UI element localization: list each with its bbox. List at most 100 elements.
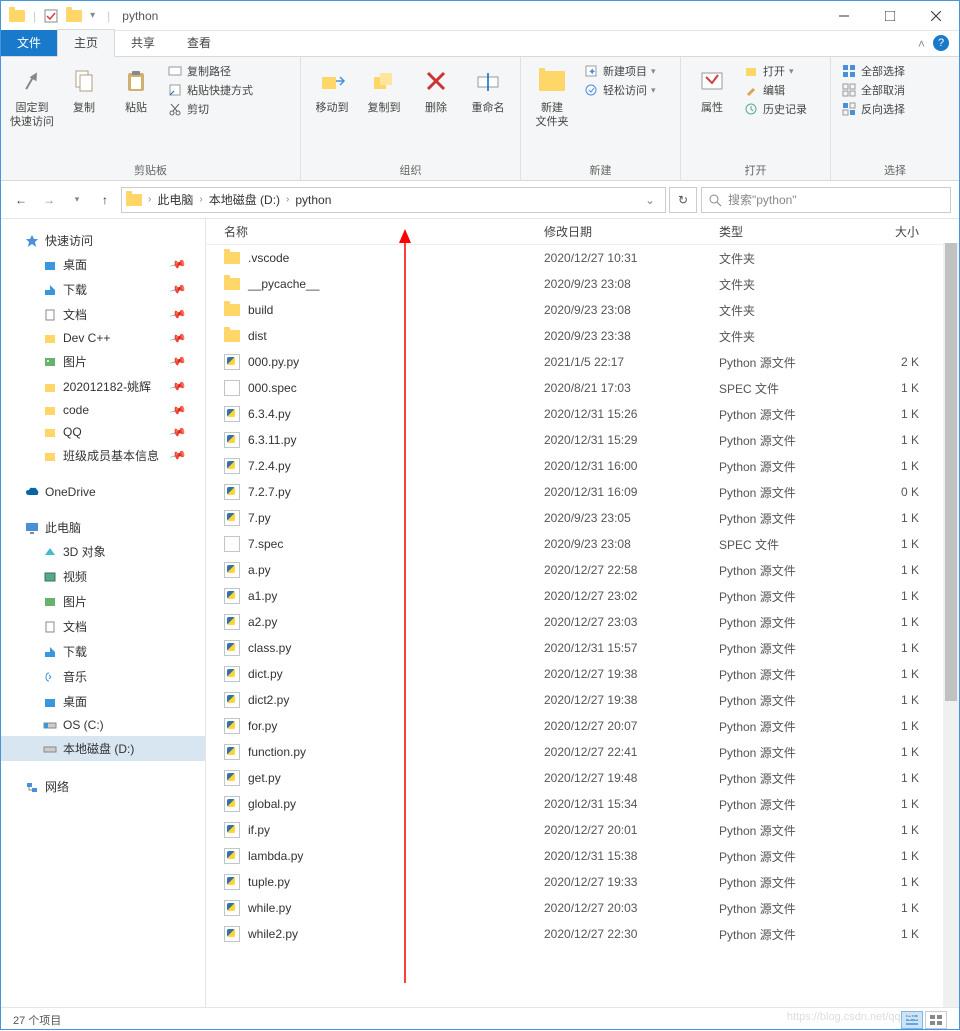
easy-access-button[interactable]: 轻松访问▾ [583, 82, 656, 98]
new-item-button[interactable]: ✦新建项目▾ [583, 63, 656, 79]
view-details-button[interactable] [901, 1011, 923, 1029]
breadcrumb[interactable]: › 此电脑 › 本地磁盘 (D:) › python ⌄ [121, 187, 666, 213]
file-row[interactable]: .vscode2020/12/27 10:31文件夹 [206, 245, 959, 271]
chevron-right-icon[interactable]: › [199, 194, 202, 205]
file-row[interactable]: build2020/9/23 23:08文件夹 [206, 297, 959, 323]
tab-view[interactable]: 查看 [171, 30, 227, 56]
nav-item[interactable]: 202012182-姚辉📌 [1, 374, 205, 399]
move-to-button[interactable]: 移动到 [307, 61, 357, 119]
nav-item[interactable]: code📌 [1, 399, 205, 421]
checkbox-checked-icon[interactable] [44, 9, 58, 23]
scrollbar-vertical[interactable] [943, 243, 959, 1007]
rename-button[interactable]: 重命名 [463, 61, 513, 119]
file-row[interactable]: a1.py2020/12/27 23:02Python 源文件1 K [206, 583, 959, 609]
file-row[interactable]: function.py2020/12/27 22:41Python 源文件1 K [206, 739, 959, 765]
file-row[interactable]: a.py2020/12/27 22:58Python 源文件1 K [206, 557, 959, 583]
nav-quick-access[interactable]: 快速访问 [1, 229, 205, 252]
col-date[interactable]: 修改日期 [544, 223, 719, 240]
qat-folder-icon[interactable] [66, 10, 82, 22]
col-type[interactable]: 类型 [719, 223, 859, 240]
file-row[interactable]: while.py2020/12/27 20:03Python 源文件1 K [206, 895, 959, 921]
file-row[interactable]: tuple.py2020/12/27 19:33Python 源文件1 K [206, 869, 959, 895]
forward-button[interactable]: → [37, 188, 61, 212]
pin-quick-access-button[interactable]: 固定到 快速访问 [7, 61, 57, 134]
open-button[interactable]: 打开▾ [743, 63, 807, 79]
tab-home[interactable]: 主页 [57, 29, 115, 57]
up-button[interactable]: ↑ [93, 188, 117, 212]
file-row[interactable]: 7.py2020/9/23 23:05Python 源文件1 K [206, 505, 959, 531]
breadcrumb-folder[interactable]: python [291, 193, 335, 207]
file-row[interactable]: dict2.py2020/12/27 19:38Python 源文件1 K [206, 687, 959, 713]
paste-button[interactable]: 粘贴 [111, 61, 161, 119]
close-button[interactable] [913, 1, 959, 31]
nav-item[interactable]: 文档📌 [1, 302, 205, 327]
cut-button[interactable]: 剪切 [167, 101, 253, 117]
file-row[interactable]: class.py2020/12/31 15:57Python 源文件1 K [206, 635, 959, 661]
maximize-button[interactable] [867, 1, 913, 31]
new-folder-button[interactable]: 新建 文件夹 [527, 61, 577, 134]
nav-item[interactable]: 下载 [1, 639, 205, 664]
refresh-button[interactable]: ↻ [669, 187, 697, 213]
column-headers[interactable]: 名称 修改日期 类型 大小 [206, 219, 959, 245]
file-row[interactable]: 000.py.py2021/1/5 22:17Python 源文件2 K [206, 349, 959, 375]
nav-item[interactable]: 图片📌 [1, 349, 205, 374]
file-row[interactable]: __pycache__2020/9/23 23:08文件夹 [206, 271, 959, 297]
copy-path-button[interactable]: 复制路径 [167, 63, 253, 79]
file-row[interactable]: global.py2020/12/31 15:34Python 源文件1 K [206, 791, 959, 817]
file-row[interactable]: 6.3.4.py2020/12/31 15:26Python 源文件1 K [206, 401, 959, 427]
collapse-ribbon-icon[interactable]: ˄ [918, 37, 925, 51]
file-row[interactable]: 6.3.11.py2020/12/31 15:29Python 源文件1 K [206, 427, 959, 453]
back-button[interactable]: ← [9, 188, 33, 212]
select-none-button[interactable]: 全部取消 [841, 82, 905, 98]
breadcrumb-drive[interactable]: 本地磁盘 (D:) [205, 191, 284, 208]
select-all-button[interactable]: 全部选择 [841, 63, 905, 79]
file-row[interactable]: dist2020/9/23 23:38文件夹 [206, 323, 959, 349]
col-size[interactable]: 大小 [859, 223, 919, 240]
chevron-right-icon[interactable]: › [148, 194, 151, 205]
file-row[interactable]: for.py2020/12/27 20:07Python 源文件1 K [206, 713, 959, 739]
tab-share[interactable]: 共享 [115, 30, 171, 56]
col-name[interactable]: 名称 [224, 223, 544, 240]
file-row[interactable]: dict.py2020/12/27 19:38Python 源文件1 K [206, 661, 959, 687]
delete-button[interactable]: 删除 [411, 61, 461, 119]
file-row[interactable]: 7.2.4.py2020/12/31 16:00Python 源文件1 K [206, 453, 959, 479]
nav-item[interactable]: 视频 [1, 564, 205, 589]
nav-item[interactable]: 文档 [1, 614, 205, 639]
file-list[interactable]: .vscode2020/12/27 10:31文件夹__pycache__202… [206, 245, 959, 979]
nav-item[interactable]: QQ📌 [1, 421, 205, 443]
copy-to-button[interactable]: 复制到 [359, 61, 409, 119]
file-row[interactable]: get.py2020/12/27 19:48Python 源文件1 K [206, 765, 959, 791]
file-row[interactable]: a2.py2020/12/27 23:03Python 源文件1 K [206, 609, 959, 635]
qat-dropdown-icon[interactable]: ▾ [90, 10, 95, 21]
file-row[interactable]: lambda.py2020/12/31 15:38Python 源文件1 K [206, 843, 959, 869]
minimize-button[interactable] [821, 1, 867, 31]
nav-item[interactable]: 下载📌 [1, 277, 205, 302]
nav-onedrive[interactable]: OneDrive [1, 482, 205, 502]
nav-item[interactable]: 3D 对象 [1, 539, 205, 564]
chevron-right-icon[interactable]: › [286, 194, 289, 205]
file-row[interactable]: while2.py2020/12/27 22:30Python 源文件1 K [206, 921, 959, 947]
search-input[interactable]: 搜索"python" [701, 187, 951, 213]
nav-item[interactable]: 桌面📌 [1, 252, 205, 277]
nav-item[interactable]: 班级成员基本信息📌 [1, 443, 205, 468]
file-row[interactable]: if.py2020/12/27 20:01Python 源文件1 K [206, 817, 959, 843]
navigation-pane[interactable]: 快速访问 桌面📌下载📌文档📌Dev C++📌图片📌202012182-姚辉📌co… [1, 219, 206, 1007]
nav-item[interactable]: Dev C++📌 [1, 327, 205, 349]
recent-dropdown[interactable]: ▾ [65, 188, 89, 212]
nav-network[interactable]: 网络 [1, 775, 205, 798]
invert-selection-button[interactable]: 反向选择 [841, 101, 905, 117]
tab-file[interactable]: 文件 [1, 30, 57, 56]
properties-button[interactable]: 属性 [687, 61, 737, 119]
breadcrumb-this-pc[interactable]: 此电脑 [153, 191, 197, 208]
history-button[interactable]: 历史记录 [743, 101, 807, 117]
paste-shortcut-button[interactable]: 粘贴快捷方式 [167, 82, 253, 98]
breadcrumb-dropdown-icon[interactable]: ⌄ [639, 193, 661, 207]
file-row[interactable]: 7.spec2020/9/23 23:08SPEC 文件1 K [206, 531, 959, 557]
help-icon[interactable]: ? [933, 35, 949, 51]
view-icons-button[interactable] [925, 1011, 947, 1029]
nav-item[interactable]: 本地磁盘 (D:) [1, 736, 205, 761]
nav-item[interactable]: 桌面 [1, 689, 205, 714]
edit-button[interactable]: 编辑 [743, 82, 807, 98]
file-row[interactable]: 7.2.7.py2020/12/31 16:09Python 源文件0 K [206, 479, 959, 505]
file-row[interactable]: 000.spec2020/8/21 17:03SPEC 文件1 K [206, 375, 959, 401]
